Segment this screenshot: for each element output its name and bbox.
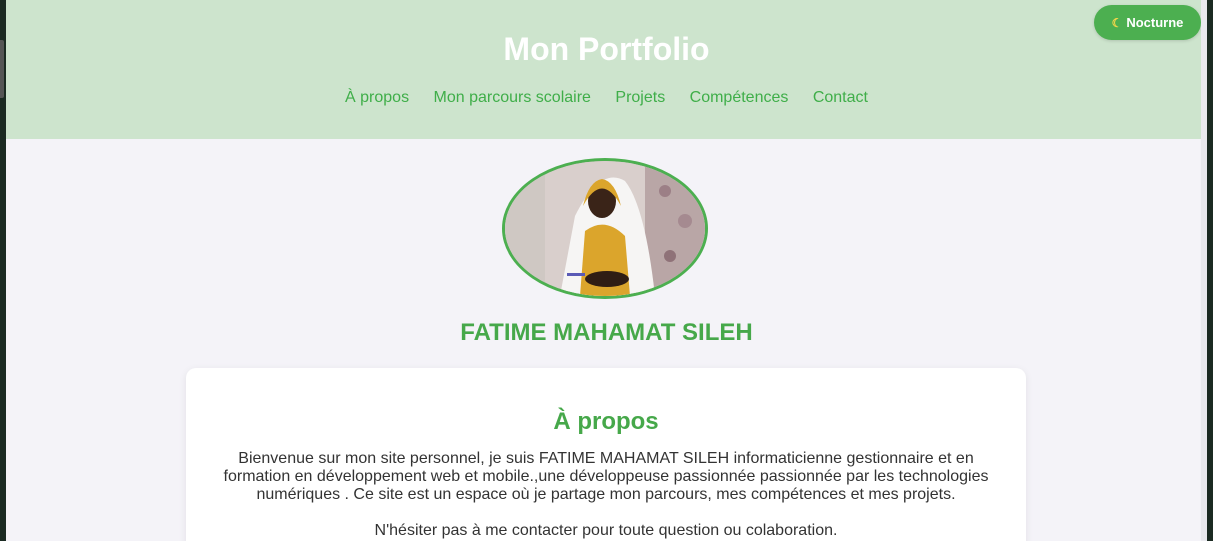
about-heading: À propos [553,408,659,435]
about-section: À propos Bienvenue sur mon site personne… [186,368,1026,541]
main-nav: À propos Mon parcours scolaire Projets C… [6,89,1207,107]
about-contact-paragraph: N'hésiter pas à me contacter pour toute … [374,522,838,539]
site-title: Mon Portfolio [503,31,710,67]
profile-photo [502,158,708,299]
site-header: Mon Portfolio À propos Mon parcours scol… [6,0,1207,139]
window-edge [0,40,4,98]
vertical-scrollbar[interactable] [1201,0,1207,541]
dark-mode-toggle-button[interactable]: ☾ Nocturne [1094,5,1201,40]
nav-link-skills[interactable]: Compétences [690,89,789,106]
nav-link-contact[interactable]: Contact [813,89,868,106]
profile-name: FATIME MAHAMAT SILEH [460,319,753,346]
profile-photo-illustration [505,161,705,296]
about-paragraph: Bienvenue sur mon site personnel, je sui… [223,450,989,503]
moon-icon: ☾ [1111,15,1123,30]
dark-mode-toggle-label: Nocturne [1126,15,1184,30]
nav-link-education[interactable]: Mon parcours scolaire [434,89,591,106]
nav-link-about[interactable]: À propos [345,89,409,106]
nav-link-projects[interactable]: Projets [615,89,665,106]
portfolio-page: Mon Portfolio À propos Mon parcours scol… [6,0,1207,541]
